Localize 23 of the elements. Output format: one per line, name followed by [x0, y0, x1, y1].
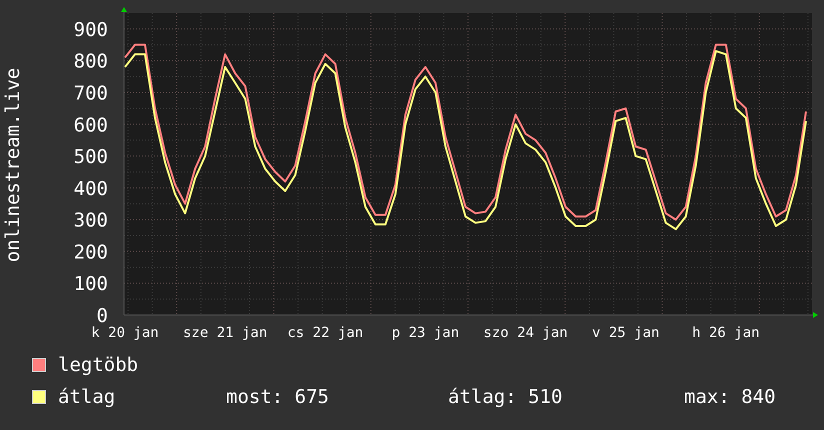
x-tick-label: h 26 jan — [692, 325, 760, 341]
x-tick-label: sze 21 jan — [183, 325, 268, 341]
x-tick-label: k 20 jan — [91, 325, 159, 341]
y-tick-label: 600 — [74, 114, 108, 136]
y-tick-label: 900 — [74, 18, 108, 41]
y-tick-label: 300 — [74, 210, 108, 232]
y-tick-label: 700 — [74, 82, 108, 104]
legend-label: átlag — [58, 385, 116, 409]
y-tick-label: 100 — [74, 273, 108, 296]
y-tick-label: 200 — [74, 241, 108, 264]
y-tick-label: 500 — [74, 146, 108, 168]
y-tick-label: 800 — [74, 50, 108, 73]
y-tick-label: 0 — [96, 305, 108, 327]
legend-stat: max: 840 — [684, 385, 777, 409]
y-tick-label: 400 — [74, 178, 108, 200]
x-tick-label: v 25 jan — [592, 325, 660, 341]
y-axis-label: onlinestream.live — [2, 68, 24, 262]
x-tick-label: p 23 jan — [392, 325, 460, 341]
x-tick-label: cs 22 jan — [287, 325, 364, 341]
legend-stat: átlag: 510 — [448, 385, 564, 409]
legend-label: legtöbb — [58, 353, 140, 377]
legend-stat: most: 675 — [226, 385, 330, 409]
x-tick-label: szo 24 jan — [483, 325, 568, 341]
